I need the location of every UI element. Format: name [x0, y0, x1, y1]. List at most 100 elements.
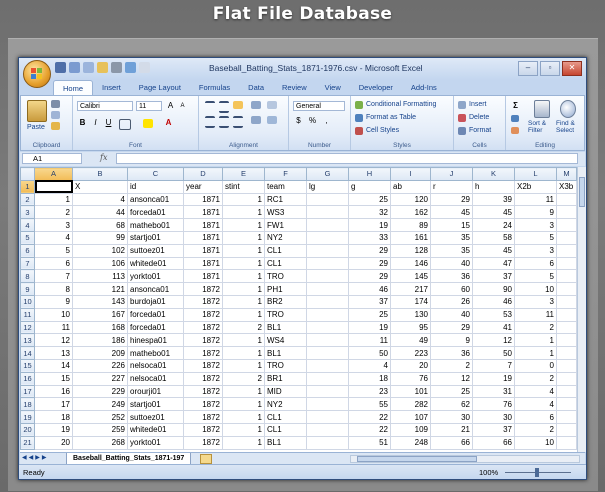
grid-cell[interactable]: 1872 [183, 435, 223, 450]
tab-data[interactable]: Data [239, 80, 273, 95]
fill-color-icon[interactable] [143, 119, 153, 128]
grid-cell[interactable]: 7 [472, 358, 515, 373]
grid-cell[interactable]: 49 [390, 333, 431, 348]
grid-cell[interactable]: RC1 [264, 192, 307, 207]
grid-cell[interactable]: 1 [222, 346, 265, 360]
grid-cell[interactable]: 145 [390, 269, 431, 284]
grid-cell[interactable]: yorkto01 [127, 269, 184, 284]
grid-cell[interactable]: 76 [472, 397, 515, 412]
grid-cell[interactable]: year [183, 179, 223, 194]
row-header[interactable]: 16 [20, 371, 35, 386]
new-sheet-icon[interactable] [200, 454, 212, 464]
grid-cell[interactable]: MID [264, 384, 307, 399]
grid-cell[interactable]: 1 [222, 294, 265, 309]
grid-cell[interactable]: h [472, 179, 515, 194]
grid-cell[interactable]: 90 [472, 282, 515, 296]
orientation-icon[interactable] [251, 101, 261, 109]
grid-cell[interactable]: 40 [430, 307, 473, 322]
bold-button[interactable]: B [77, 118, 88, 128]
format-cells-icon[interactable] [458, 127, 466, 135]
insert-function-icon[interactable]: fx [100, 153, 107, 162]
horizontal-scroll-thumb[interactable] [357, 456, 477, 462]
comma-icon[interactable]: , [321, 116, 332, 126]
column-header[interactable]: I [390, 167, 431, 181]
merge-center-icon[interactable] [267, 116, 277, 124]
grid-cell[interactable]: stint [222, 179, 265, 194]
grid-cell[interactable]: 226 [72, 358, 128, 373]
grid-cell[interactable]: 45 [430, 205, 473, 220]
vertical-scroll-thumb[interactable] [579, 177, 585, 207]
spelling-icon[interactable] [139, 62, 150, 73]
align-bottom-icon[interactable] [233, 101, 243, 109]
formula-input[interactable] [116, 153, 578, 164]
grid-cell[interactable]: mathebo01 [127, 346, 184, 360]
currency-icon[interactable]: $ [293, 116, 304, 126]
grid-cell[interactable]: 11 [514, 192, 557, 207]
grid-cell[interactable]: 11 [514, 307, 557, 322]
grid-cell[interactable] [556, 282, 577, 296]
grid-cell[interactable]: 1871 [183, 205, 223, 220]
grid-cell[interactable] [306, 218, 349, 232]
open-icon[interactable] [97, 62, 108, 73]
grid-cell[interactable]: nelsoca01 [127, 371, 184, 386]
tab-home[interactable]: Home [53, 80, 94, 96]
number-format-select[interactable]: General [293, 101, 345, 111]
grid-cell[interactable]: 25 [430, 384, 473, 399]
grid-cell[interactable]: hinespa01 [127, 333, 184, 348]
fill-icon[interactable] [511, 115, 519, 122]
grid-cell[interactable]: BL1 [264, 346, 307, 360]
grid-cell[interactable]: 9 [430, 333, 473, 348]
save-icon[interactable] [55, 62, 66, 73]
grid-cell[interactable]: orourji01 [127, 384, 184, 399]
minimize-icon[interactable]: – [518, 61, 538, 76]
grid-cell[interactable]: 1 [222, 410, 265, 424]
grid-cell[interactable]: 24 [472, 218, 515, 232]
grid-cell[interactable]: 102 [72, 243, 128, 258]
grid-cell[interactable]: 1 [222, 218, 265, 232]
grid-cell[interactable]: 2 [514, 320, 557, 335]
grid-cell[interactable]: TRO [264, 307, 307, 322]
grid-cell[interactable]: suttoez01 [127, 410, 184, 424]
grid-cell[interactable] [306, 410, 349, 424]
grid-cell[interactable]: 32 [348, 205, 391, 220]
grid-cell[interactable]: 1 [222, 397, 265, 412]
grid-cell[interactable] [556, 256, 577, 271]
grid-cell[interactable]: 16 [34, 384, 73, 399]
copy-icon[interactable] [51, 111, 60, 119]
grid-cell[interactable]: 1871 [183, 256, 223, 271]
grid-cell[interactable]: 106 [72, 256, 128, 271]
name-box[interactable]: A1 [22, 153, 82, 164]
row-header[interactable]: 14 [20, 346, 35, 360]
column-header[interactable]: J [430, 167, 473, 181]
grid-cell[interactable]: 19 [472, 371, 515, 386]
row-header[interactable]: 4 [20, 218, 35, 232]
grid-cell[interactable]: 20 [390, 358, 431, 373]
grid-cell[interactable]: NY2 [264, 397, 307, 412]
grid-cell[interactable]: 31 [472, 384, 515, 399]
format-table-icon[interactable] [355, 114, 363, 122]
grid-cell[interactable]: 120 [390, 192, 431, 207]
grid-cell[interactable]: 3 [514, 243, 557, 258]
grid-cell[interactable]: 4 [72, 192, 128, 207]
grid-cell[interactable] [306, 422, 349, 437]
row-header[interactable]: 3 [20, 205, 35, 220]
grid-cell[interactable] [556, 320, 577, 335]
grid-cell[interactable]: 1871 [183, 243, 223, 258]
grid-cell[interactable]: 45 [472, 243, 515, 258]
grid-cell[interactable]: 223 [390, 346, 431, 360]
grid-cell[interactable]: 12 [472, 333, 515, 348]
percent-icon[interactable]: % [307, 116, 318, 126]
grid-cell[interactable]: 1 [222, 333, 265, 348]
font-name-select[interactable]: Calibri [77, 101, 133, 111]
grid-cell[interactable]: 1 [222, 422, 265, 437]
grid-cell[interactable]: 6 [514, 256, 557, 271]
grid-cell[interactable]: 1 [222, 358, 265, 373]
grid-cell[interactable]: 229 [72, 384, 128, 399]
grid-cell[interactable]: 4 [34, 230, 73, 245]
grid-cell[interactable]: X3b [556, 179, 577, 194]
grid-cell[interactable]: 1 [222, 243, 265, 258]
grid-cell[interactable]: 174 [390, 294, 431, 309]
column-header[interactable]: F [264, 167, 307, 181]
grid-cell[interactable]: 37 [472, 422, 515, 437]
grid-cell[interactable]: 29 [348, 269, 391, 284]
